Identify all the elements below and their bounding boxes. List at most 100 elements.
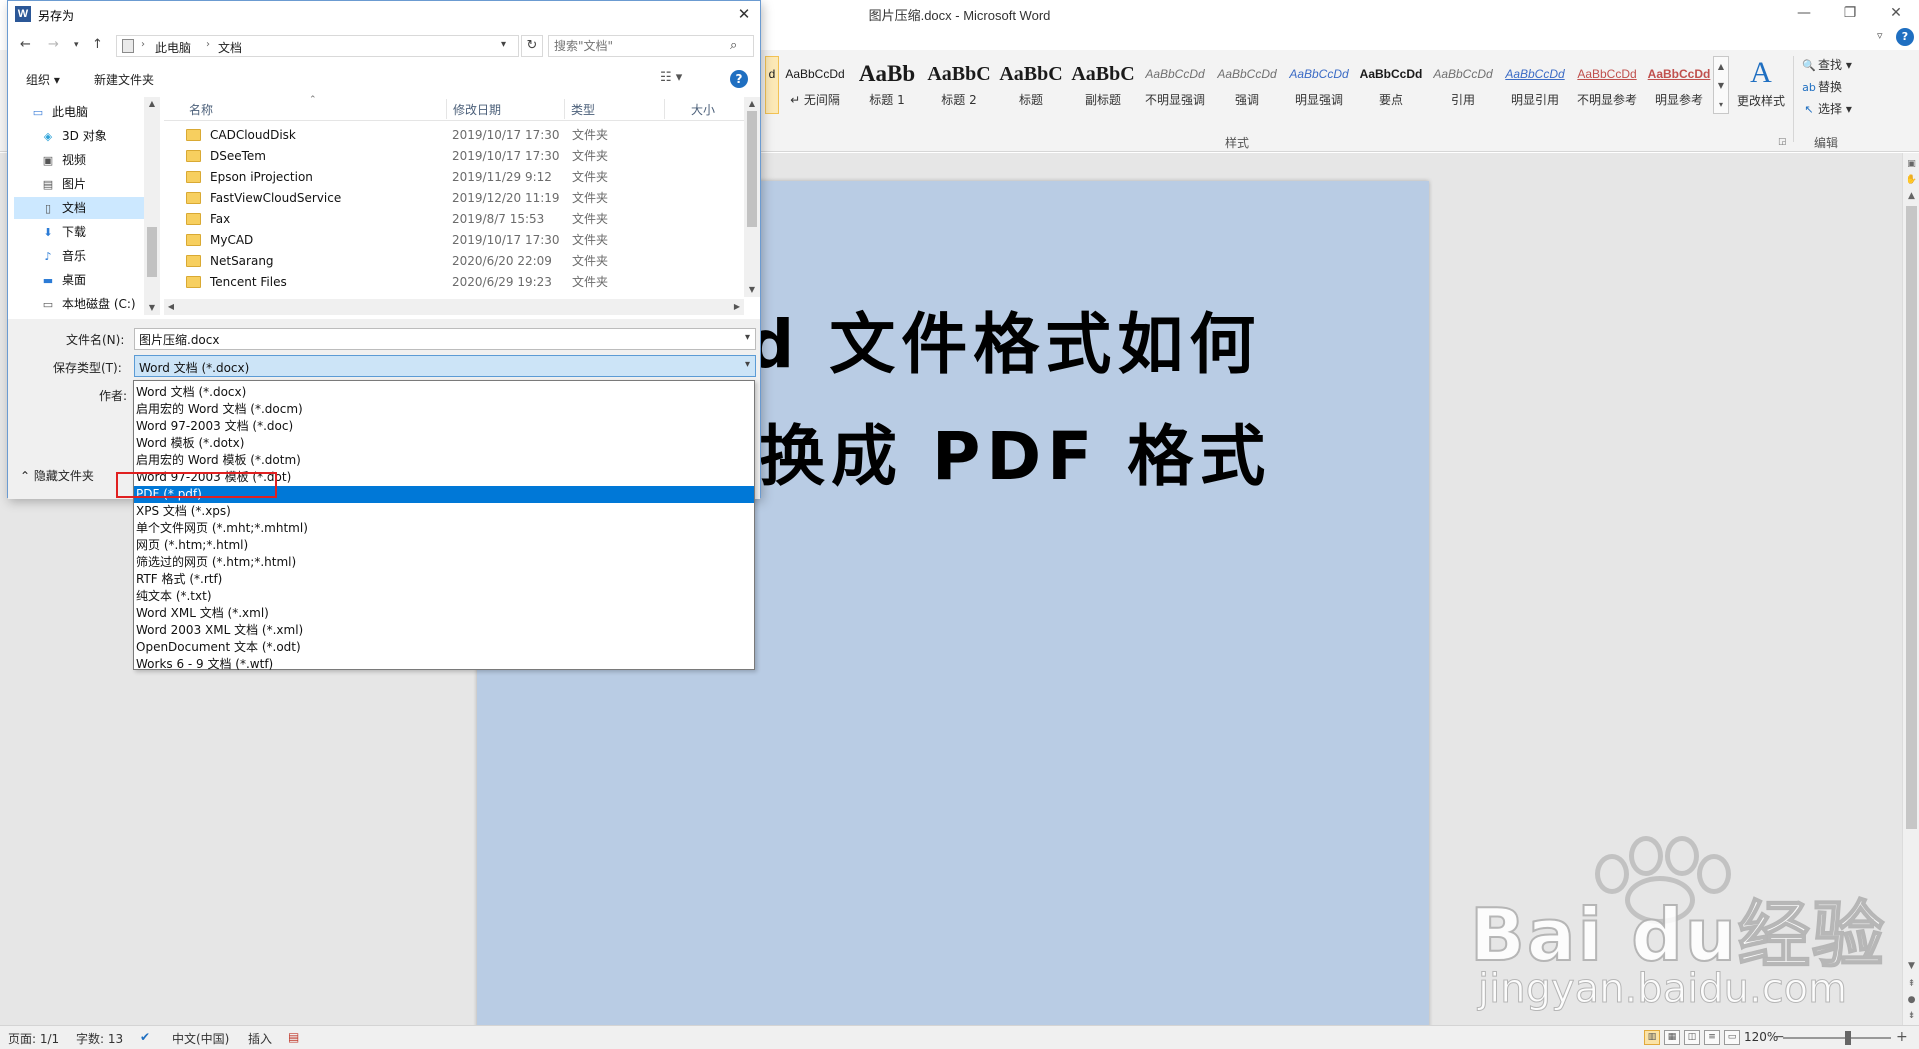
savetype-option[interactable]: RTF 格式 (*.rtf)	[134, 571, 754, 588]
savetype-option[interactable]: Word XML 文档 (*.xml)	[134, 605, 754, 622]
savetype-option[interactable]: XPS 文档 (*.xps)	[134, 503, 754, 520]
breadcrumb-this-pc[interactable]: 此电脑	[155, 39, 191, 56]
address-bar[interactable]: › 此电脑 › 文档 ▾	[116, 35, 519, 57]
style-tile[interactable]: AaBbC 标题 2	[923, 56, 995, 114]
savetype-option[interactable]: 纯文本 (*.txt)	[134, 588, 754, 605]
change-styles-button[interactable]: A 更改样式	[1733, 54, 1789, 120]
help-icon[interactable]: ?	[1896, 28, 1914, 46]
next-page-icon[interactable]: ⇟	[1903, 1009, 1919, 1023]
savetype-option[interactable]: OpenDocument 文本 (*.odt)	[134, 639, 754, 656]
proofing-icon[interactable]: ✔	[140, 1030, 150, 1044]
nav-item-videos[interactable]: ▣ 视频	[14, 149, 144, 171]
style-tile[interactable]: AaBbCcDd 明显引用	[1499, 56, 1571, 114]
table-row[interactable]: DSeeTem 2019/10/17 17:30 文件夹	[164, 146, 744, 167]
breadcrumb-chevron-icon[interactable]: ›	[141, 39, 145, 50]
scroll-up-icon[interactable]: ▲	[144, 97, 160, 111]
zoom-slider[interactable]	[1783, 1037, 1891, 1039]
filename-dropdown-icon[interactable]: ▾	[745, 332, 750, 343]
scroll-right-icon[interactable]: ▶	[730, 299, 744, 315]
style-tile[interactable]: AaBbCcDd 要点	[1355, 56, 1427, 114]
select-browse-object-icon[interactable]: ●	[1903, 993, 1919, 1007]
column-type[interactable]: 类型	[571, 101, 595, 118]
column-name[interactable]: 名称	[189, 101, 213, 118]
scroll-down-icon[interactable]: ▼	[144, 301, 160, 315]
search-icon[interactable]: ⌕	[730, 38, 737, 53]
style-tile[interactable]: AaBbC 副标题	[1067, 56, 1139, 114]
zoom-in-icon[interactable]: +	[1896, 1029, 1908, 1045]
table-row[interactable]: Tencent Files 2020/6/29 19:23 文件夹	[164, 272, 744, 293]
new-folder-button[interactable]: 新建文件夹	[94, 71, 154, 88]
savetype-option[interactable]: Word 模板 (*.dotx)	[134, 435, 754, 452]
style-tile[interactable]: AaBbCcDd 引用	[1427, 56, 1499, 114]
breadcrumb-documents[interactable]: 文档	[218, 39, 242, 56]
ribbon-collapse-icon[interactable]: ▿	[1877, 29, 1883, 42]
savetype-option[interactable]: Word 2003 XML 文档 (*.xml)	[134, 622, 754, 639]
nav-item-music[interactable]: ♪ 音乐	[14, 245, 144, 267]
style-tile[interactable]: AaBbC 标题	[995, 56, 1067, 114]
scroll-thumb[interactable]	[1906, 206, 1917, 829]
nav-item-local-disk[interactable]: ▭ 本地磁盘 (C:)	[14, 293, 144, 315]
file-list-vertical-scrollbar[interactable]: ▲ ▼	[744, 97, 760, 297]
organize-button[interactable]: 组织 ▾	[26, 71, 60, 88]
up-folder-icon[interactable]: ↑	[92, 37, 103, 52]
style-tile[interactable]: AaBbCcDd 不明显参考	[1571, 56, 1643, 114]
back-arrow-icon[interactable]: ←	[20, 37, 31, 52]
address-dropdown-icon[interactable]: ▾	[501, 39, 506, 50]
savetype-select[interactable]: Word 文档 (*.docx) ▾	[134, 355, 756, 377]
column-divider[interactable]	[664, 99, 665, 119]
style-tile[interactable]: AaBbCcDd 强调	[1211, 56, 1283, 114]
style-gallery-scroll[interactable]: ▲ ▼ ▾	[1713, 56, 1729, 114]
scroll-up-icon[interactable]: ▲	[1903, 189, 1919, 203]
savetype-option[interactable]: 启用宏的 Word 文档 (*.docm)	[134, 401, 754, 418]
filename-field[interactable]: ▾	[134, 328, 756, 350]
table-row[interactable]: MyCAD 2019/10/17 17:30 文件夹	[164, 230, 744, 251]
nav-item-documents[interactable]: ▯ 文档	[14, 197, 144, 219]
scroll-thumb[interactable]	[147, 227, 157, 277]
scroll-thumb[interactable]	[747, 111, 757, 227]
prev-page-icon[interactable]: ⇞	[1903, 977, 1919, 991]
column-divider[interactable]	[564, 99, 565, 119]
table-row[interactable]: CADCloudDisk 2019/10/17 17:30 文件夹	[164, 125, 744, 146]
styles-dialog-launcher-icon[interactable]: ◲	[1778, 137, 1787, 147]
nav-item-desktop[interactable]: ▬ 桌面	[14, 269, 144, 291]
gallery-down-icon[interactable]: ▼	[1714, 76, 1728, 95]
nav-item-3d-objects[interactable]: ◈ 3D 对象	[14, 125, 144, 147]
savetype-option[interactable]: 启用宏的 Word 模板 (*.dotm)	[134, 452, 754, 469]
nav-item-this-pc[interactable]: ▭ 此电脑	[14, 101, 144, 123]
nav-pane-scrollbar[interactable]: ▲ ▼	[144, 97, 160, 315]
restore-button[interactable]: ❐	[1827, 0, 1873, 26]
ruler-toggle-icon[interactable]: ▣	[1903, 157, 1919, 171]
draft-view-icon[interactable]: ▭	[1724, 1030, 1740, 1045]
dialog-close-icon[interactable]: ✕	[730, 3, 758, 25]
savetype-option[interactable]: 单个文件网页 (*.mht;*.mhtml)	[134, 520, 754, 537]
refresh-icon[interactable]: ↻	[521, 35, 543, 57]
style-tile[interactable]: AaBbCcDd ↵ 无间隔	[779, 56, 851, 114]
breadcrumb-chevron-icon[interactable]: ›	[206, 39, 210, 50]
print-layout-view-icon[interactable]: ▥	[1644, 1030, 1660, 1045]
word-count[interactable]: 字数: 13	[76, 1030, 123, 1047]
scroll-down-icon[interactable]: ▼	[744, 283, 760, 297]
language-indicator[interactable]: 中文(中国)	[172, 1030, 229, 1047]
hide-folders-toggle[interactable]: ⌃ 隐藏文件夹	[20, 467, 94, 484]
savetype-option[interactable]: Works 6 - 9 文档 (*.wtf)	[134, 656, 754, 673]
forward-arrow-icon[interactable]: →	[48, 37, 59, 52]
dialog-help-icon[interactable]: ?	[730, 70, 748, 88]
scroll-up-icon[interactable]: ▲	[744, 97, 760, 111]
table-row[interactable]: FastViewCloudService 2019/12/20 11:19 文件夹	[164, 188, 744, 209]
page-count[interactable]: 页面: 1/1	[8, 1030, 59, 1047]
nav-item-pictures[interactable]: ▤ 图片	[14, 173, 144, 195]
column-date[interactable]: 修改日期	[453, 101, 501, 118]
change-view-icon[interactable]: ☷ ▾	[660, 70, 682, 85]
filename-input[interactable]	[139, 331, 729, 347]
style-tile[interactable]: AaBbCcDd 明显强调	[1283, 56, 1355, 114]
style-tile[interactable]: AaBbCcDd 明显参考	[1643, 56, 1715, 114]
column-divider[interactable]	[446, 99, 447, 119]
search-input[interactable]	[554, 38, 724, 54]
minimize-button[interactable]: —	[1781, 0, 1827, 26]
outline-view-icon[interactable]: ≡	[1704, 1030, 1720, 1045]
recent-locations-icon[interactable]: ▾	[74, 40, 79, 50]
file-list-horizontal-scrollbar[interactable]: ◀ ▶	[164, 299, 744, 315]
table-row[interactable]: Fax 2019/8/7 15:53 文件夹	[164, 209, 744, 230]
column-size[interactable]: 大小	[691, 101, 715, 118]
macro-record-icon[interactable]: ▤	[288, 1030, 299, 1044]
